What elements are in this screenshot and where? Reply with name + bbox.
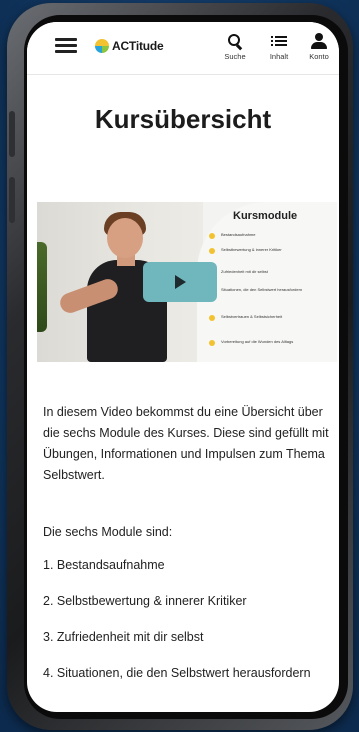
hamburger-menu-icon[interactable]	[55, 38, 77, 54]
search-icon	[227, 33, 243, 51]
bullet-dot-icon	[209, 233, 215, 239]
play-button[interactable]	[143, 262, 217, 302]
module-list-item: 1. Bestandsaufnahme	[43, 558, 165, 572]
logo-text: ACTitude	[112, 39, 164, 53]
nav-contents[interactable]: Inhalt	[259, 33, 299, 61]
logo-mark-icon	[95, 39, 109, 53]
nav-search-label: Suche	[224, 52, 246, 61]
play-icon	[175, 275, 186, 289]
video-module-row: Selbstbewertung & innerer Kritiker	[209, 247, 311, 254]
module-list-item: 2. Selbstbewertung & innerer Kritiker	[43, 594, 247, 608]
nav-contents-label: Inhalt	[269, 52, 289, 61]
video-module-panel	[197, 202, 337, 362]
page-title: Kursübersicht	[94, 104, 272, 134]
module-list-item: 4. Situationen, die den Selbstwert herau…	[43, 666, 311, 680]
phone-side-button	[9, 177, 15, 223]
plant-image	[37, 242, 47, 332]
video-panel-title: Kursmodule	[233, 210, 298, 222]
app-logo[interactable]: ACTitude	[95, 39, 164, 53]
intro-paragraph: In diesem Video bekommst du eine Übersic…	[43, 405, 329, 482]
bullet-dot-icon	[209, 248, 215, 254]
app-header: ACTitude Suche Inhalt Konto	[27, 22, 339, 75]
video-module-row: Selbstvertrauen & Selbstsicherheit	[209, 314, 311, 321]
modules-subheading: Die sechs Module sind:	[43, 525, 173, 539]
nav-account[interactable]: Konto	[299, 33, 339, 61]
video-player[interactable]: Kursmodule Bestandsaufnahme Selbstbewert…	[37, 202, 337, 362]
bullet-dot-icon	[209, 315, 215, 321]
nav-search[interactable]: Suche	[215, 33, 255, 61]
user-icon	[310, 33, 328, 49]
video-module-row: Bestandsaufnahme	[209, 232, 311, 239]
video-module-row: Situationen, die den Selbstwert herausfo…	[209, 287, 311, 294]
video-module-row: Vorbereitung auf die Wunden des Alltags	[209, 339, 311, 346]
phone-screen: ACTitude Suche Inhalt Konto Kursübersich…	[27, 22, 339, 712]
phone-side-button	[9, 111, 15, 157]
list-icon	[271, 33, 287, 49]
bullet-dot-icon	[209, 340, 215, 346]
nav-account-label: Konto	[309, 52, 329, 61]
module-list-item: 3. Zufriedenheit mit dir selbst	[43, 630, 204, 644]
video-module-row: Zufriedenheit mit dir selbst	[209, 269, 311, 276]
